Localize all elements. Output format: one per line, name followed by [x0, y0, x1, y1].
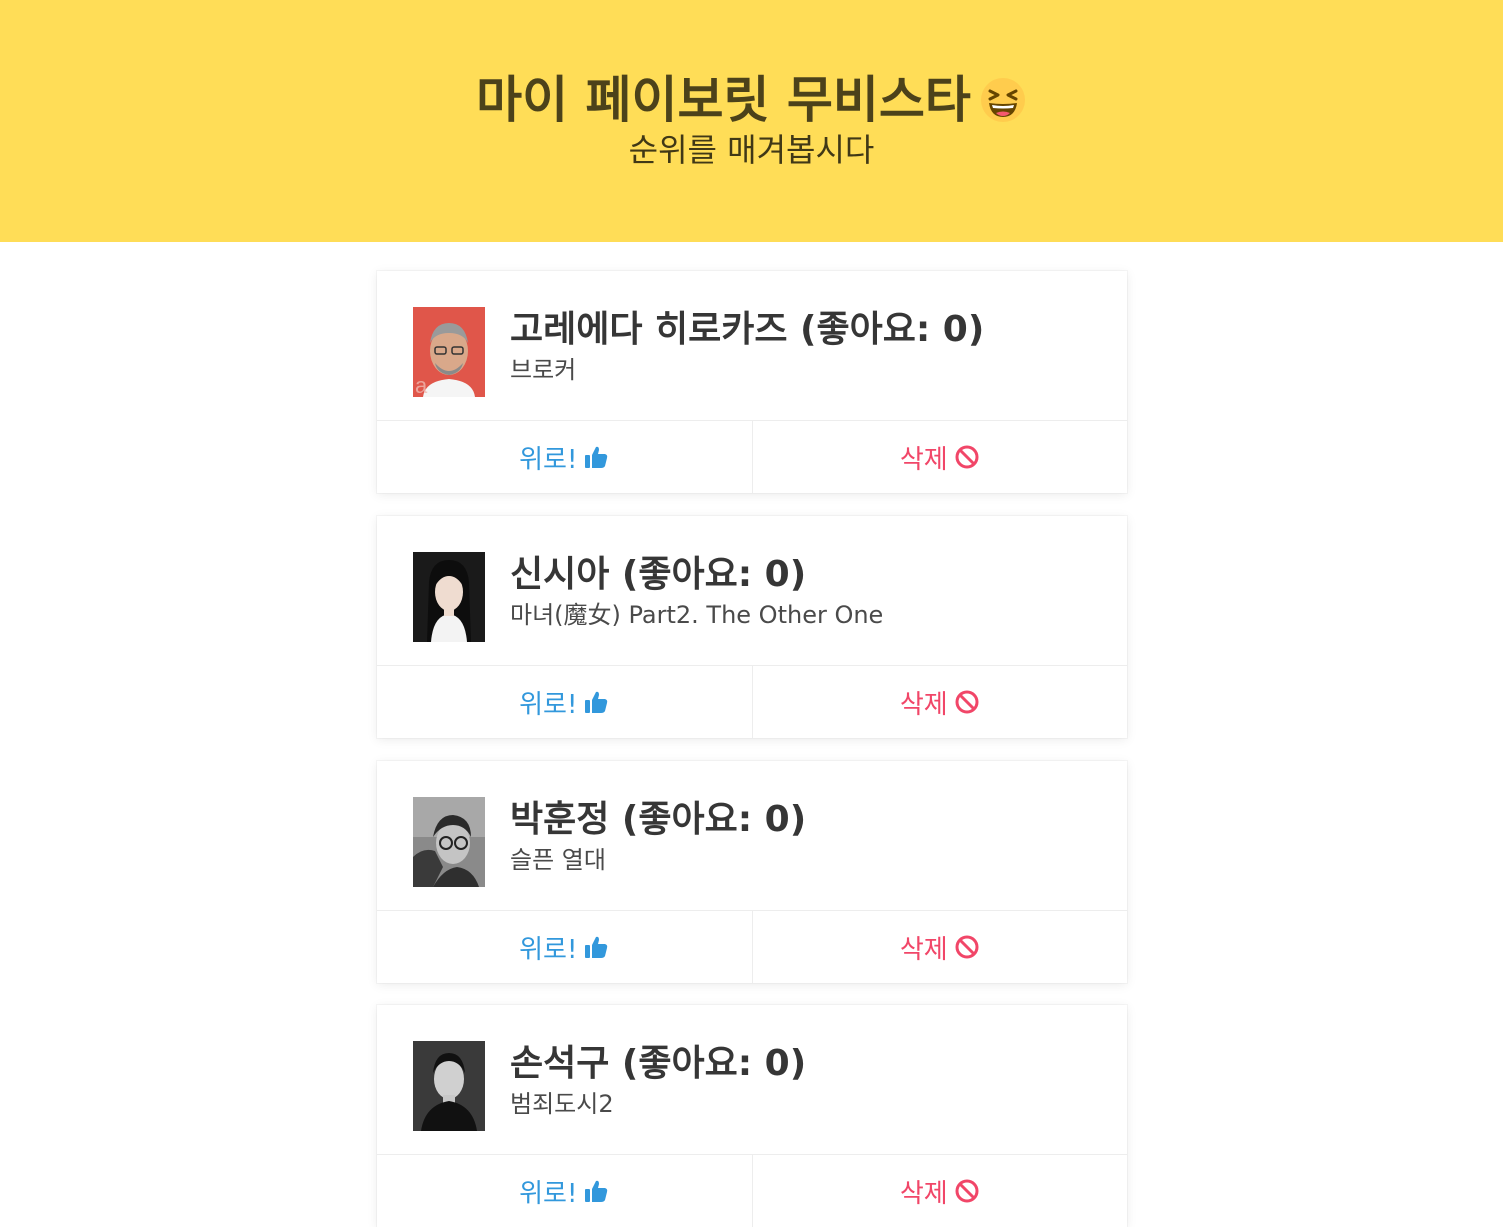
likes-count: (좋아요: 0) [621, 1043, 807, 1084]
star-name-text: 신시아 [510, 554, 610, 595]
move-up-label: 위로! [519, 934, 578, 965]
delete-button[interactable]: 삭제 [751, 421, 1128, 493]
likes-count: (좋아요: 0) [621, 799, 807, 840]
page-title-text: 마이 페이보릿 무비스타 [476, 71, 971, 129]
movie-title: 브로커 [510, 356, 577, 384]
star-name-text: 고레에다 히로카즈 [510, 309, 788, 350]
move-up-button[interactable]: 위로! [377, 666, 752, 738]
card-footer: 위로! 삭제 [377, 1154, 1127, 1227]
star-photo [413, 797, 485, 887]
card-content: 손석구 (좋아요: 0) 범죄도시2 [377, 1005, 1127, 1154]
ban-icon [954, 689, 980, 715]
thumbs-up-icon [583, 689, 609, 715]
movie-title: 범죄도시2 [510, 1090, 614, 1118]
page-subtitle: 순위를 매겨봅시다 [628, 131, 875, 169]
ban-icon [954, 444, 980, 470]
star-photo [413, 552, 485, 642]
svg-text:a: a [415, 373, 428, 397]
movie-title: 슬픈 열대 [510, 846, 606, 874]
star-photo: a [413, 307, 485, 397]
card-footer: 위로! 삭제 [377, 420, 1127, 493]
card-footer: 위로! 삭제 [377, 665, 1127, 738]
star-card: 박훈정 (좋아요: 0) 슬픈 열대 위로! 삭제 [377, 761, 1127, 983]
thumbs-up-icon [583, 1178, 609, 1204]
thumbs-up-icon [583, 444, 609, 470]
likes-count: (좋아요: 0) [621, 554, 807, 595]
star-name-text: 박훈정 [510, 799, 610, 840]
delete-button[interactable]: 삭제 [751, 911, 1128, 983]
delete-label: 삭제 [899, 1178, 948, 1209]
star-card: 신시아 (좋아요: 0) 마녀(魔女) Part2. The Other One… [377, 516, 1127, 738]
card-content: a 고레에다 히로카즈 (좋아요: 0) 브로커 [377, 271, 1127, 420]
movie-title: 마녀(魔女) Part2. The Other One [510, 601, 884, 629]
star-name: 박훈정 (좋아요: 0) [510, 797, 806, 843]
ban-icon [954, 934, 980, 960]
page-title: 마이 페이보릿 무비스타 [0, 70, 1503, 130]
delete-button[interactable]: 삭제 [751, 1155, 1128, 1227]
delete-button[interactable]: 삭제 [751, 666, 1128, 738]
move-up-label: 위로! [519, 1178, 578, 1209]
ban-icon [954, 1178, 980, 1204]
card-content: 신시아 (좋아요: 0) 마녀(魔女) Part2. The Other One [377, 516, 1127, 665]
delete-label: 삭제 [899, 934, 948, 965]
likes-count: (좋아요: 0) [800, 309, 985, 350]
move-up-button[interactable]: 위로! [377, 1155, 752, 1227]
move-up-button[interactable]: 위로! [377, 421, 752, 493]
move-up-label: 위로! [519, 689, 578, 720]
hero-banner: 마이 페이보릿 무비스타 순위를 매겨봅시다 [0, 0, 1503, 242]
star-name: 고레에다 히로카즈 (좋아요: 0) [510, 307, 984, 353]
star-name: 신시아 (좋아요: 0) [510, 552, 806, 598]
card-footer: 위로! 삭제 [377, 910, 1127, 983]
grinning-squinting-face-icon [979, 76, 1027, 124]
card-content: 박훈정 (좋아요: 0) 슬픈 열대 [377, 761, 1127, 910]
move-up-button[interactable]: 위로! [377, 911, 752, 983]
thumbs-up-icon [583, 934, 609, 960]
star-card: a 고레에다 히로카즈 (좋아요: 0) 브로커 위로! 삭제 [377, 271, 1127, 493]
delete-label: 삭제 [899, 689, 948, 720]
star-name: 손석구 (좋아요: 0) [510, 1041, 806, 1087]
star-photo [413, 1041, 485, 1131]
delete-label: 삭제 [899, 444, 948, 475]
star-card: 손석구 (좋아요: 0) 범죄도시2 위로! 삭제 [377, 1005, 1127, 1227]
star-name-text: 손석구 [510, 1043, 610, 1084]
move-up-label: 위로! [519, 444, 578, 475]
